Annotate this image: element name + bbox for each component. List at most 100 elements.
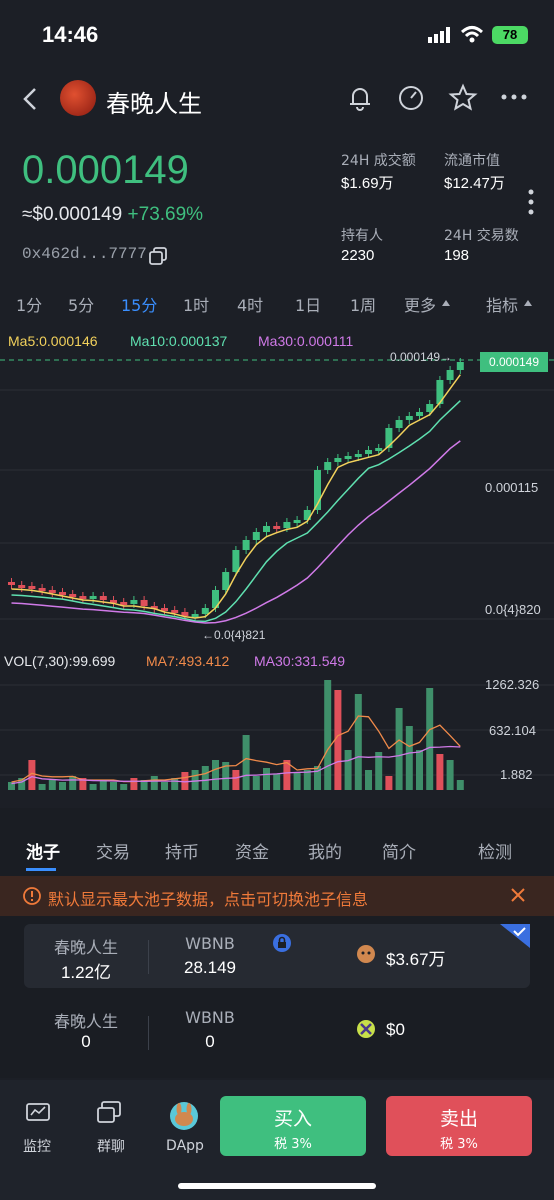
volume-bar (385, 776, 393, 790)
candle (324, 462, 332, 470)
candlestick-chart[interactable] (0, 350, 554, 650)
tf-15m[interactable]: 15分 (121, 292, 157, 316)
tab-mine[interactable]: 我的 (308, 838, 342, 863)
volume-bar (161, 782, 168, 790)
info-icon (23, 887, 41, 905)
candle (69, 594, 77, 597)
nav-monitor[interactable]: 监控 (14, 1136, 60, 1156)
notice-text: 默认显示最大池子数据，点击可切换池子信息 (48, 890, 369, 909)
volume-bar (456, 780, 464, 790)
volume-bar (38, 784, 46, 790)
vol-axis-low: 1.882 (500, 767, 533, 782)
volume-bar (436, 754, 444, 790)
volume-bar (365, 770, 372, 790)
vol-axis-top: 1262.326 (485, 677, 540, 692)
volume-bar (212, 760, 219, 790)
volume-bar (99, 780, 107, 790)
status-time: 14:46 (42, 22, 99, 47)
buy-button[interactable]: 买入 税 3% (220, 1096, 366, 1156)
pool2-liquidity: $0 (386, 1020, 405, 1039)
tf-1h[interactable]: 1时 (183, 292, 209, 316)
stat-label-marketcap: 流通市值 (444, 153, 500, 169)
candle (59, 592, 66, 595)
volume-bar (48, 780, 56, 790)
price-usd: ≈$0.000149 +73.69% (22, 204, 203, 226)
wifi-icon (460, 26, 484, 43)
tab-pool[interactable]: 池子 (26, 838, 60, 863)
chat-icon[interactable] (96, 1100, 124, 1126)
tf-1w[interactable]: 1周 (350, 292, 376, 316)
vol-label: VOL(7,30):99.699 (4, 653, 116, 669)
candle (273, 526, 281, 529)
tf-1m[interactable]: 1分 (16, 292, 42, 316)
volume-bar (242, 735, 250, 790)
tab-holders[interactable]: 持币 (165, 838, 199, 863)
candle (405, 416, 413, 420)
volume-bar (232, 770, 240, 790)
tf-1d[interactable]: 1日 (295, 292, 321, 316)
star-icon[interactable] (448, 83, 478, 113)
monitor-icon[interactable] (25, 1102, 51, 1124)
candle (242, 540, 250, 550)
candle (344, 456, 352, 459)
gauge-icon[interactable] (396, 84, 426, 112)
dapp-icon[interactable] (168, 1100, 200, 1132)
more-caret-icon (442, 300, 450, 306)
ma5-label: Ma5:0.000146 (8, 333, 98, 349)
volume-bar (263, 768, 270, 790)
price-change: +73.69% (127, 204, 204, 225)
volume-bar (446, 760, 454, 790)
volume-bar (426, 688, 434, 790)
home-indicator[interactable] (178, 1183, 376, 1189)
nav-chat[interactable]: 群聊 (88, 1136, 134, 1156)
tab-trades[interactable]: 交易 (96, 838, 130, 863)
candle (293, 520, 301, 523)
volume-bar (252, 776, 260, 790)
tf-indicators[interactable]: 指标 (486, 292, 518, 316)
buy-tax: 税 3% (274, 1137, 312, 1152)
stat-label-tx: 24H 交易数 (444, 228, 519, 244)
pool2-token-name: 春晚人生 (53, 1012, 118, 1031)
ma30-label: Ma30:0.000111 (258, 333, 354, 349)
candle (222, 572, 230, 590)
tf-4h[interactable]: 4时 (237, 292, 263, 316)
vertical-more-icon[interactable] (527, 188, 535, 216)
volume-bar (171, 778, 179, 790)
stat-label-volume: 24H 成交额 (341, 153, 416, 169)
tab-check[interactable]: 检测 (478, 838, 512, 863)
stat-value-holders: 2230 (341, 247, 375, 264)
vol-axis-mid: 632.104 (489, 723, 536, 738)
pool2-pair-amount: 0 (205, 1032, 215, 1051)
pool2-pair-name: WBNB (185, 1008, 235, 1027)
candle (130, 600, 138, 604)
volume-bar (354, 694, 362, 790)
copy-icon[interactable] (148, 246, 168, 266)
candle (140, 600, 148, 606)
pool-pair-amount: 28.149 (184, 958, 236, 977)
pool-token-amount: 1.22亿 (60, 963, 112, 982)
tf-5m[interactable]: 5分 (68, 292, 94, 316)
more-icon[interactable] (500, 92, 528, 102)
lock-icon[interactable] (272, 933, 292, 953)
token-title: 春晚人生 (106, 90, 202, 118)
volume-bar (344, 750, 352, 790)
bell-icon[interactable] (346, 84, 374, 112)
tab-funds[interactable]: 资金 (235, 838, 269, 863)
pancakeswap-icon (357, 945, 375, 963)
ma10-label: Ma10:0.000137 (130, 333, 228, 349)
back-icon[interactable] (20, 86, 40, 112)
volume-bar (375, 752, 383, 790)
volume-chart[interactable] (0, 675, 554, 795)
nav-dapp[interactable]: DApp (160, 1138, 210, 1154)
candle (120, 602, 128, 605)
volume-bar (273, 774, 281, 790)
divider (148, 1016, 149, 1050)
tf-more[interactable]: 更多 (404, 292, 436, 316)
tab-intro[interactable]: 简介 (382, 838, 416, 863)
candle (395, 420, 403, 428)
usd-value: ≈$0.000149 (22, 204, 123, 225)
sell-button[interactable]: 卖出 税 3% (386, 1096, 532, 1156)
stat-value-marketcap: $12.47万 (444, 175, 505, 192)
candle (99, 596, 107, 600)
close-icon[interactable] (510, 887, 526, 903)
